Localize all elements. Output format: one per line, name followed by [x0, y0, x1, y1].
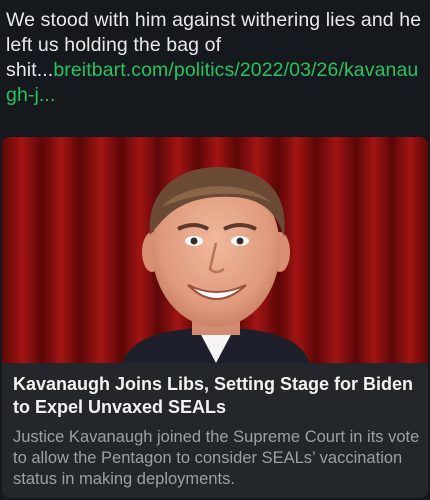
card-image[interactable]: [2, 137, 428, 363]
card-title[interactable]: Kavanaugh Joins Libs, Setting Stage for …: [13, 373, 421, 419]
post-link[interactable]: breitbart.com/politics/2022/03/26/kavana…: [6, 59, 418, 106]
card-description: Justice Kavanaugh joined the Supreme Cou…: [13, 428, 420, 488]
post-text: We stood with him against withering lies…: [6, 8, 424, 108]
portrait-photo: [2, 137, 428, 363]
link-preview-card[interactable]: Kavanaugh Joins Libs, Setting Stage for …: [2, 137, 428, 498]
